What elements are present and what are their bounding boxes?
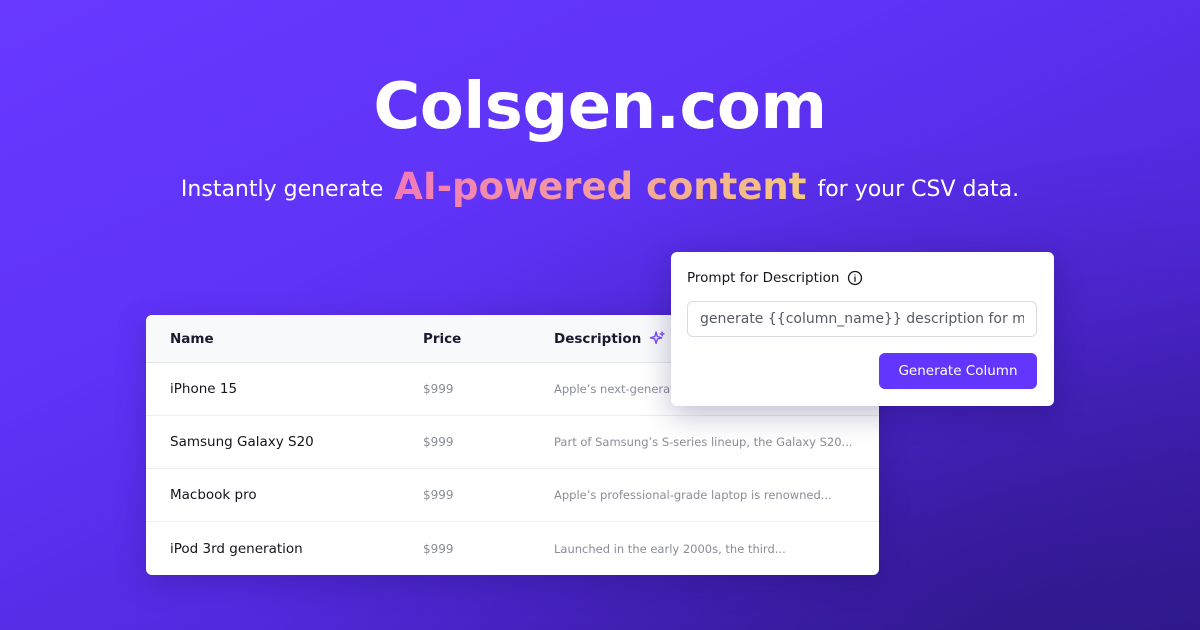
table-row[interactable]: Samsung Galaxy S20 $999 Part of Samsung’… [146,416,879,469]
column-header-price[interactable]: Price [423,315,533,362]
table-row[interactable]: iPod 3rd generation $999 Launched in the… [146,522,879,575]
tagline-suffix: for your CSV data. [817,177,1020,202]
info-icon[interactable] [847,270,863,286]
prompt-label: Prompt for Description [687,268,863,288]
cell-price: $999 [423,382,454,396]
generate-column-button[interactable]: Generate Column [879,353,1037,389]
column-header-name[interactable]: Name [170,315,400,362]
cell-name: iPhone 15 [170,381,238,397]
cell-price: $999 [423,541,454,556]
prompt-input[interactable] [687,301,1037,337]
tagline-highlight: AI-powered content [394,165,807,208]
cell-description: Apple’s professional-grade laptop is ren… [554,488,832,502]
cell-price: $999 [423,488,454,502]
hero-title: Colsgen.com [373,70,827,144]
tagline: Instantly generate AI-powered content fo… [0,165,1200,208]
cell-name: Macbook pro [170,487,257,503]
tagline-prefix: Instantly generate [180,177,384,202]
prompt-popover: Prompt for Description Generate Column [671,252,1054,406]
column-header-description-label: Description [554,330,642,347]
cell-name: iPod 3rd generation [170,540,303,557]
cell-description: Part of Samsung’s S-series lineup, the G… [554,435,853,449]
sparkle-icon[interactable] [649,330,666,347]
cell-price: $999 [423,435,454,449]
prompt-label-text: Prompt for Description [687,270,840,286]
cell-description: Launched in the early 2000s, the third..… [554,541,786,556]
table-row[interactable]: Macbook pro $999 Apple’s professional-gr… [146,469,879,522]
cell-name: Samsung Galaxy S20 [170,434,314,450]
